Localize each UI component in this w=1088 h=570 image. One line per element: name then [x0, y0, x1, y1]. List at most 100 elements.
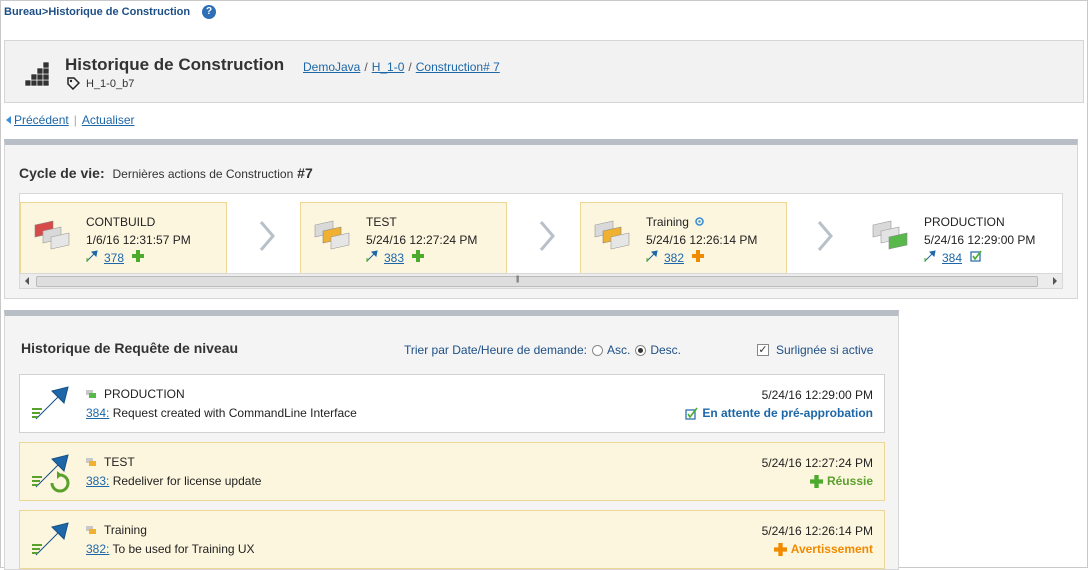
request-card[interactable]: TEST 383: Redeliver for license update 5/2… — [19, 442, 885, 501]
request-deploy-icon — [32, 522, 69, 556]
request-date: 5/24/16 12:26:14 PM — [761, 524, 873, 538]
request-env: PRODUCTION — [86, 387, 185, 401]
crumb-separator: / — [364, 60, 368, 74]
approval-pending-icon — [685, 407, 698, 420]
env-request-row: 384 — [924, 250, 982, 265]
link-divider: | — [73, 113, 77, 127]
request-link[interactable]: 382 — [664, 251, 684, 265]
scrollbar-thumb[interactable] — [36, 276, 1038, 287]
deploy-icon — [86, 250, 98, 265]
tag-icon — [67, 77, 80, 90]
request-description: 382: To be used for Training UX — [86, 542, 255, 556]
request-link[interactable]: 383 — [384, 251, 404, 265]
breadcrumb-text[interactable]: Bureau>Historique de Construction — [4, 6, 190, 18]
build-stack-icon — [24, 61, 50, 87]
env-request-row: 383 — [366, 250, 425, 265]
deploy-icon — [924, 250, 936, 265]
env-date: 5/24/16 12:29:00 PM — [924, 233, 1036, 247]
plus-orange-icon — [692, 250, 705, 265]
previous-link[interactable]: Précédent — [14, 113, 69, 127]
request-date: 5/24/16 12:27:24 PM — [761, 456, 873, 470]
env-card[interactable]: TEST 5/24/16 12:27:24 PM 383 — [300, 202, 507, 275]
gear-icon[interactable] — [694, 216, 705, 227]
sort-desc-label[interactable]: Desc. — [650, 343, 681, 357]
request-desc-text: Redeliver for license update — [112, 474, 262, 488]
header-crumbs: DemoJava / H_1-0/Construction# 7 — [303, 60, 500, 74]
action-links: Précédent | Actualiser — [6, 113, 135, 127]
request-env: TEST — [86, 455, 135, 469]
request-id-link[interactable]: 382: — [86, 542, 109, 556]
page-header: Historique de Construction DemoJava / H_1-… — [4, 40, 1084, 103]
env-date: 5/24/16 12:26:14 PM — [646, 233, 758, 247]
plus-green-icon — [412, 250, 425, 265]
sort-desc-radio[interactable] — [635, 344, 647, 356]
request-deploy-icon — [32, 454, 70, 493]
plus-green-icon — [809, 474, 823, 488]
env-request-row: 382 — [646, 250, 705, 265]
highlight-option: ✓ Surlignée si active — [757, 343, 873, 357]
crumb-project[interactable]: DemoJava — [303, 60, 360, 74]
deploy-icon — [366, 250, 378, 265]
history-panel: Historique de Requête de niveau Trier pa… — [4, 310, 899, 570]
history-title: Historique de Requête de niveau — [21, 340, 239, 356]
lifecycle-panel: Cycle de vie: Dernières actions de Const… — [4, 139, 1078, 299]
request-link[interactable]: 384 — [942, 251, 962, 265]
crumb-build[interactable]: Construction# 7 — [416, 60, 500, 74]
refresh-link[interactable]: Actualiser — [82, 113, 135, 127]
crumb-stream[interactable]: H_1-0 — [372, 60, 405, 74]
request-status: Réussie — [809, 474, 873, 488]
deploy-icon — [646, 250, 658, 265]
env-request-row: 378 — [86, 250, 145, 265]
page-title: Historique de Construction — [65, 55, 285, 74]
request-desc-text: To be used for Training UX — [112, 542, 255, 556]
scroll-left-button[interactable] — [25, 277, 29, 285]
scroll-grip-icon: ||| — [516, 276, 520, 283]
env-name: CONTBUILD — [86, 215, 156, 229]
highlight-label[interactable]: Surlignée si active — [776, 343, 873, 357]
plus-orange-icon — [773, 542, 787, 556]
env-date: 5/24/16 12:27:24 PM — [366, 233, 478, 247]
help-icon[interactable]: ? — [202, 5, 217, 19]
environment-slots-icon — [314, 220, 350, 250]
environment-slots-icon — [34, 220, 70, 250]
highlight-checkbox[interactable]: ✓ — [757, 344, 769, 356]
build-tag: H_1-0_b7 — [67, 77, 134, 90]
environment-slots-icon — [594, 220, 630, 250]
env-card[interactable]: Training 5/24/16 12:26:14 PM 382 — [580, 202, 787, 275]
sort-options: Trier par Date/Heure de demande: Asc. De… — [404, 343, 681, 357]
request-status: En attente de pré-approbation — [685, 406, 873, 420]
lifecycle-subtitle: Dernières actions de Construction — [112, 167, 294, 181]
sort-asc-label[interactable]: Asc. — [607, 343, 630, 357]
request-link[interactable]: 378 — [104, 251, 124, 265]
request-description: 383: Redeliver for license update — [86, 474, 261, 488]
lifecycle-build-number: #7 — [297, 165, 313, 181]
env-date: 1/6/16 12:31:57 PM — [86, 233, 191, 247]
lifecycle-title: Cycle de vie: Dernières actions de Const… — [19, 165, 313, 181]
request-card[interactable]: Training 382: To be used for Training UX 5… — [19, 510, 885, 569]
env-name: PRODUCTION — [924, 215, 1005, 229]
environment-mini-icon — [86, 389, 96, 398]
request-env: Training — [86, 523, 147, 537]
environment-mini-icon — [86, 525, 96, 534]
lifecycle-track: CONTBUILD 1/6/16 12:31:57 PM 378 TEST 5/24/1… — [19, 193, 1063, 289]
chevron-right-icon — [259, 221, 275, 251]
plus-green-icon — [132, 250, 145, 265]
scroll-right-button[interactable] — [1053, 277, 1057, 285]
request-status: Avertissement — [773, 542, 873, 556]
horizontal-scrollbar[interactable]: ||| — [20, 273, 1062, 288]
request-deploy-icon — [32, 386, 69, 420]
arrow-left-icon — [6, 116, 11, 124]
approval-pending-icon — [970, 250, 982, 265]
tag-label: H_1-0_b7 — [86, 77, 135, 90]
request-card[interactable]: PRODUCTION 384: Request created with Comm… — [19, 374, 885, 433]
environment-slots-icon — [872, 220, 908, 250]
env-card[interactable]: PRODUCTION 5/24/16 12:29:00 PM 384 — [858, 202, 1062, 275]
env-card[interactable]: CONTBUILD 1/6/16 12:31:57 PM 378 — [20, 202, 227, 275]
env-name: Training — [646, 215, 705, 229]
request-id-link[interactable]: 384: — [86, 406, 109, 420]
sort-asc-radio[interactable] — [591, 344, 603, 356]
request-desc-text: Request created with CommandLine Interfa… — [112, 406, 357, 420]
environment-mini-icon — [86, 457, 96, 466]
request-id-link[interactable]: 383: — [86, 474, 109, 488]
lifecycle-title-label: Cycle de vie: — [19, 165, 105, 181]
